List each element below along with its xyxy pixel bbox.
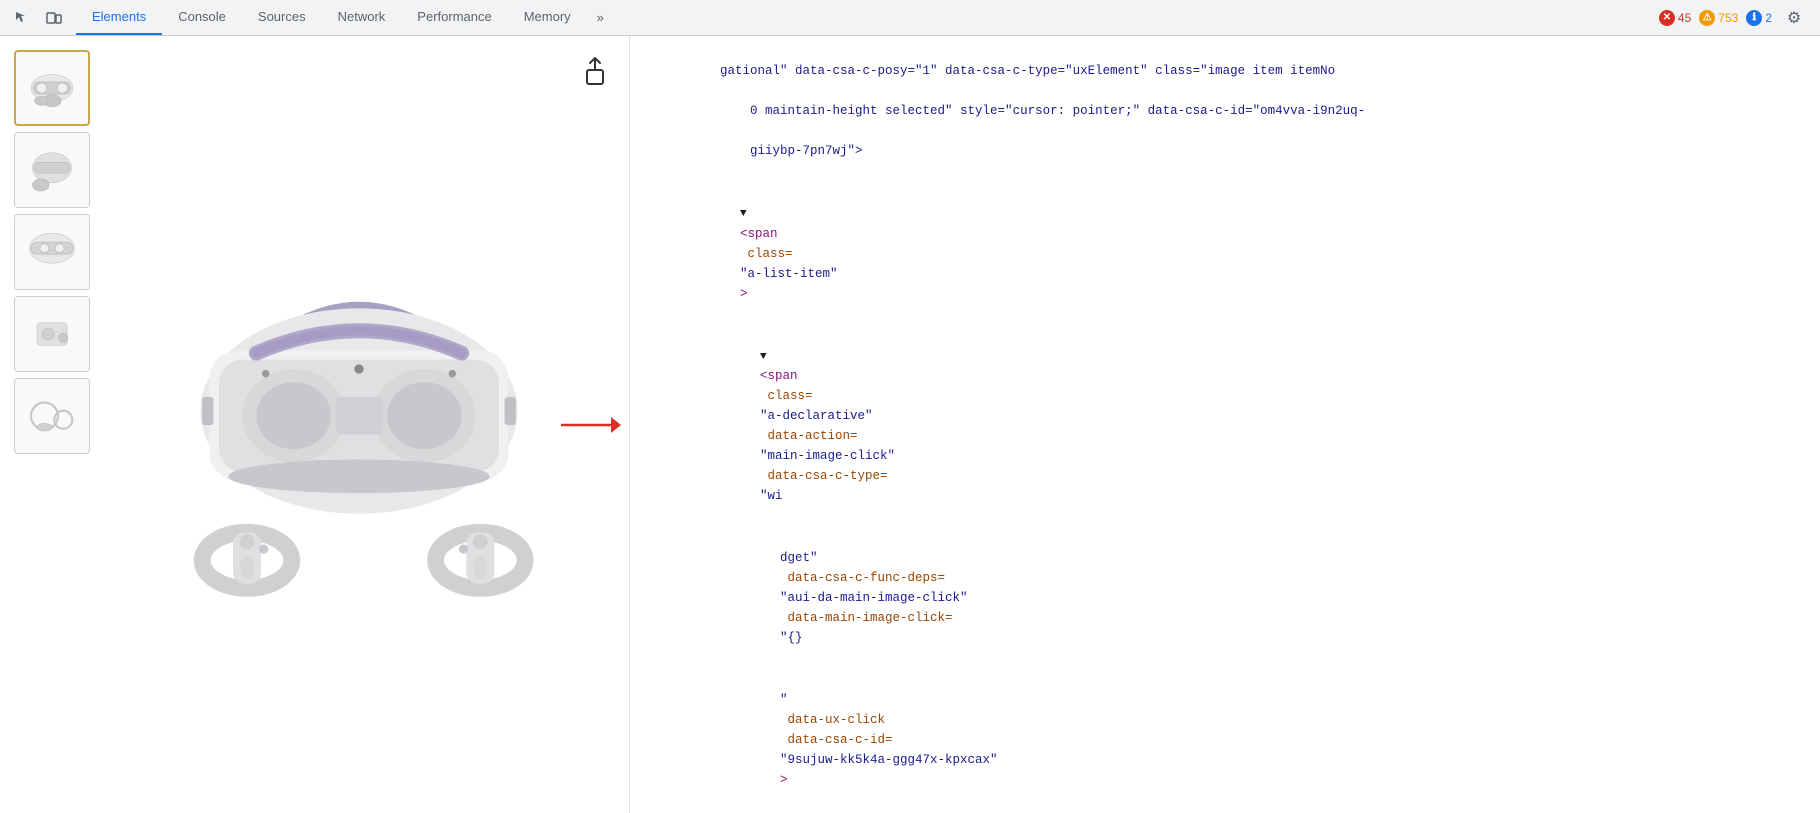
code-line-dec-3[interactable]: " data-ux-click data-csa-c-id= "9sujuw-k…: [630, 669, 1820, 811]
tab-sources[interactable]: Sources: [242, 0, 322, 35]
share-button[interactable]: [581, 56, 609, 94]
thumbnail-item-3[interactable]: [14, 214, 90, 290]
red-arrow-connector: [561, 405, 621, 445]
vr-headset-image: [119, 215, 599, 635]
attr-value-img-click: "{}: [780, 631, 803, 645]
tab-console[interactable]: Console: [162, 0, 242, 35]
inspect-element-icon[interactable]: [8, 4, 36, 32]
tag-close-2: >: [780, 773, 788, 787]
main-content: gational" data-csa-c-posy="1" data-csa-c…: [0, 36, 1820, 813]
attr-csa-type: data-csa-c-type=: [760, 469, 888, 483]
product-main-area: [0, 36, 629, 813]
thumbnail-item-1[interactable]: [14, 50, 90, 126]
code-text-3: giiybp-7pn7wj">: [720, 144, 863, 158]
attr-csa-id: data-csa-c-id=: [780, 733, 893, 747]
devtools-icon-group: [0, 4, 76, 32]
attr-value-empty: ": [780, 693, 788, 707]
error-badges: ✕ 45 ⚠ 753 ℹ 2 ⚙: [1659, 4, 1820, 32]
tab-performance[interactable]: Performance: [401, 0, 507, 35]
elements-code-panel[interactable]: gational" data-csa-c-posy="1" data-csa-c…: [630, 36, 1820, 813]
code-text-2: 0 maintain-height selected" style="curso…: [720, 104, 1365, 118]
warning-count: 753: [1718, 11, 1738, 25]
devtools-toolbar: Elements Console Sources Network Perform…: [0, 0, 1820, 36]
tag-close: >: [740, 287, 748, 301]
tag-span-2: <span: [760, 369, 798, 383]
product-panel: [0, 36, 630, 813]
info-count: 2: [1765, 11, 1772, 25]
code-text: gational" data-csa-c-posy="1" data-csa-c…: [720, 64, 1335, 78]
attr-action: data-action=: [760, 429, 858, 443]
attr-value-dget: dget": [780, 551, 818, 565]
attr-class: class=: [740, 247, 793, 261]
code-line-gational[interactable]: gational" data-csa-c-posy="1" data-csa-c…: [630, 40, 1820, 182]
attr-value-list: "a-list-item": [740, 267, 838, 281]
attr-class-2: class=: [760, 389, 813, 403]
error-circle-icon: ✕: [1659, 10, 1675, 26]
attr-value-action: "main-image-click": [760, 449, 895, 463]
tab-memory[interactable]: Memory: [508, 0, 587, 35]
code-line-span-dec[interactable]: ▼ <span class= "a-declarative" data-acti…: [630, 325, 1820, 528]
error-count-badge[interactable]: ✕ 45: [1659, 10, 1691, 26]
warning-count-badge[interactable]: ⚠ 753: [1699, 10, 1738, 26]
thumbnail-list: [10, 46, 98, 803]
tag-span: <span: [740, 227, 778, 241]
device-toolbar-icon[interactable]: [40, 4, 68, 32]
more-tabs-button[interactable]: »: [587, 0, 614, 35]
settings-icon[interactable]: ⚙: [1780, 4, 1808, 32]
attr-main-img: data-main-image-click=: [780, 611, 953, 625]
attr-value-type: "wi: [760, 489, 783, 503]
tab-network[interactable]: Network: [322, 0, 402, 35]
devtools-tab-list: Elements Console Sources Network Perform…: [76, 0, 614, 35]
thumbnail-item-5[interactable]: [14, 378, 90, 454]
main-product-image: [98, 46, 619, 803]
code-line-dec-2[interactable]: dget" data-csa-c-func-deps= "aui-da-main…: [630, 527, 1820, 669]
thumbnail-item-2[interactable]: [14, 132, 90, 208]
warning-circle-icon: ⚠: [1699, 10, 1715, 26]
elements-panel: gational" data-csa-c-posy="1" data-csa-c…: [630, 36, 1820, 813]
thumbnail-item-4[interactable]: [14, 296, 90, 372]
attr-func-deps: data-csa-c-func-deps=: [780, 571, 945, 585]
triangle-icon-2: ▼: [760, 351, 767, 363]
attr-value-func: "aui-da-main-image-click": [780, 591, 968, 605]
attr-value-dec: "a-declarative": [760, 409, 873, 423]
error-count: 45: [1678, 11, 1691, 25]
info-count-badge[interactable]: ℹ 2: [1746, 10, 1772, 26]
triangle-icon: ▼: [740, 208, 747, 220]
code-line-span-list[interactable]: ▼ <span class= "a-list-item" >: [630, 182, 1820, 325]
attr-value-id: "9sujuw-kk5k4a-ggg47x-kpxcax": [780, 753, 998, 767]
tab-elements[interactable]: Elements: [76, 0, 162, 35]
attr-ux-click: data-ux-click: [780, 713, 885, 727]
info-circle-icon: ℹ: [1746, 10, 1762, 26]
